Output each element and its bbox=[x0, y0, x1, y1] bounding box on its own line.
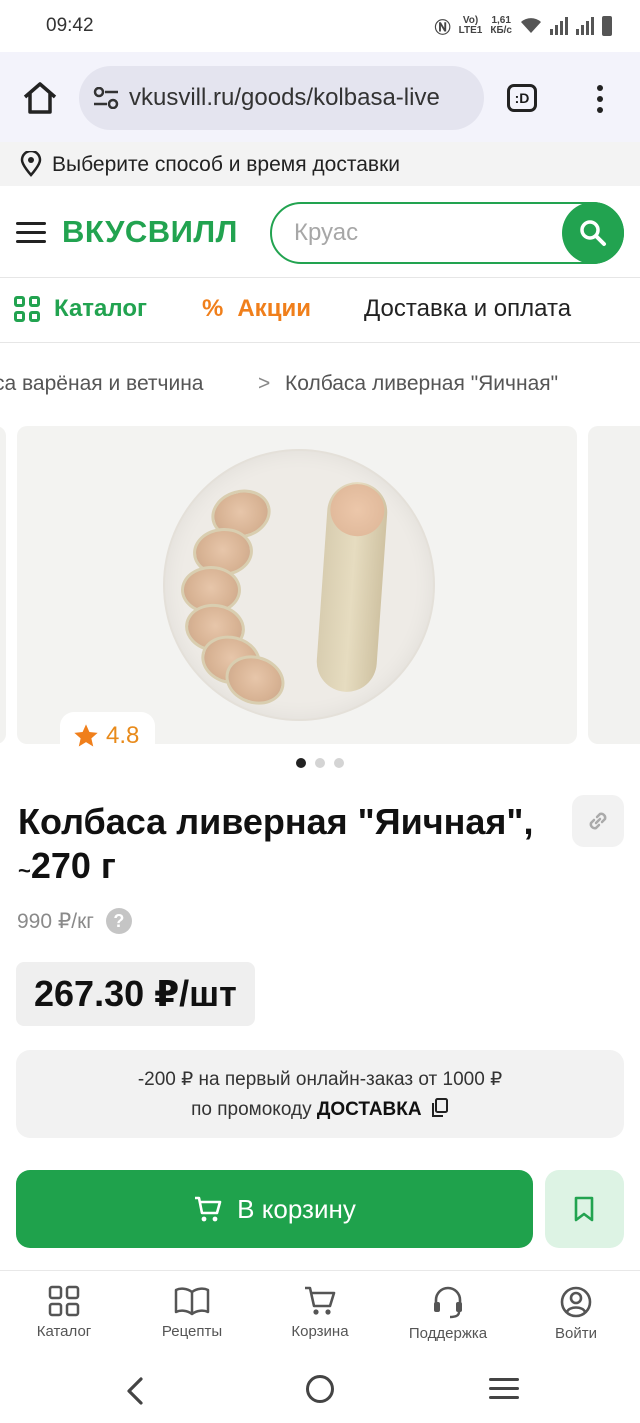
site-logo[interactable]: ВКУСВИЛЛ bbox=[62, 214, 238, 250]
delivery-selector-label: Выберите способ и время доставки bbox=[52, 153, 400, 176]
status-icons: Ⓝ Vo) LTE1 1,61 КБ/с bbox=[435, 14, 612, 38]
delivery-selector[interactable]: Выберите способ и время доставки bbox=[0, 142, 640, 186]
system-navigation-bar bbox=[0, 1354, 640, 1423]
recents-icon[interactable] bbox=[489, 1378, 519, 1405]
tab-recipes-label: Рецепты bbox=[161, 1323, 223, 1340]
product-title: Колбаса ливерная "Яичная", ~270 г bbox=[18, 800, 558, 893]
bookmark-icon bbox=[574, 1196, 594, 1222]
tab-support-label: Поддержка bbox=[408, 1325, 488, 1342]
nav-promo-label: Акции bbox=[237, 295, 311, 322]
share-link-button[interactable] bbox=[572, 795, 624, 847]
tab-login-label: Войти bbox=[555, 1325, 597, 1342]
bookmark-button[interactable] bbox=[545, 1170, 624, 1248]
rating-badge[interactable]: 4.8 bbox=[60, 712, 156, 760]
product-image[interactable] bbox=[17, 426, 577, 744]
gallery-pagination bbox=[296, 758, 344, 768]
battery-icon bbox=[602, 16, 612, 36]
promo-code[interactable]: ДОСТАВКА bbox=[317, 1099, 422, 1120]
grid-icon bbox=[14, 296, 40, 322]
wifi-icon bbox=[521, 18, 541, 33]
main-nav: Каталог % Акции Доставка и оплата bbox=[0, 279, 640, 343]
tabs-button[interactable]: :D bbox=[507, 84, 537, 112]
percent-icon: % bbox=[202, 295, 224, 322]
star-icon bbox=[74, 724, 98, 747]
url-text: vkusvill.ru/goods/kolbasa-live bbox=[129, 84, 440, 111]
tab-catalog[interactable]: Каталог bbox=[0, 1285, 128, 1340]
site-settings-icon[interactable] bbox=[93, 87, 119, 109]
promo-line1: -200 ₽ на первый онлайн-заказ от 1000 ₽ bbox=[137, 1069, 503, 1090]
help-icon[interactable]: ? bbox=[105, 908, 132, 934]
cart-icon bbox=[305, 1286, 336, 1315]
signal-icon-1 bbox=[550, 17, 568, 35]
browser-toolbar: vkusvill.ru/goods/kolbasa-live :D bbox=[0, 52, 640, 142]
pagination-dot[interactable] bbox=[296, 758, 306, 768]
breadcrumb-separator: > bbox=[258, 372, 271, 395]
hamburger-menu-icon[interactable] bbox=[16, 222, 46, 244]
site-header: ВКУСВИЛЛ bbox=[0, 186, 640, 278]
product-title-line1: Колбаса ливерная "Яичная", bbox=[18, 801, 534, 842]
bottom-tab-bar: Каталог Рецепты Корзина Поддержка Войти bbox=[0, 1270, 640, 1354]
tab-support[interactable]: Поддержка bbox=[384, 1285, 512, 1342]
grid-icon bbox=[48, 1285, 80, 1317]
breadcrumb: са варёная и ветчина > Колбаса ливерная … bbox=[0, 360, 640, 404]
search-button[interactable] bbox=[562, 202, 624, 264]
lte-label: LTE1 bbox=[458, 25, 483, 36]
pagination-dot[interactable] bbox=[334, 758, 344, 768]
nav-delivery[interactable]: Доставка и оплата bbox=[364, 295, 571, 323]
back-icon[interactable] bbox=[124, 1376, 146, 1406]
tab-cart[interactable]: Корзина bbox=[256, 1285, 384, 1340]
book-icon bbox=[174, 1287, 210, 1316]
tab-cart-label: Корзина bbox=[291, 1323, 349, 1340]
promo-line2-prefix: по промокоду bbox=[191, 1099, 312, 1120]
rating-value: 4.8 bbox=[106, 722, 140, 749]
product-weight: 270 г bbox=[30, 845, 116, 886]
status-time: 09:42 bbox=[46, 15, 94, 36]
url-bar[interactable]: vkusvill.ru/goods/kolbasa-live bbox=[79, 66, 484, 130]
location-pin-icon bbox=[20, 151, 42, 177]
gallery-next-slide[interactable] bbox=[588, 426, 640, 744]
browser-menu-icon[interactable] bbox=[590, 82, 610, 114]
home-circle-icon[interactable] bbox=[306, 1375, 334, 1403]
unit-price-value: 990 ₽/кг bbox=[17, 909, 94, 933]
add-to-cart-button[interactable]: В корзину bbox=[16, 1170, 533, 1248]
nfc-icon: Ⓝ bbox=[434, 20, 451, 37]
product-title-line2: ~270 г bbox=[18, 844, 558, 893]
link-icon bbox=[589, 812, 607, 830]
signal-icon-2 bbox=[576, 17, 594, 35]
search-box bbox=[270, 202, 624, 264]
speed-unit: КБ/с bbox=[490, 25, 512, 36]
user-icon bbox=[560, 1286, 592, 1318]
pagination-dot[interactable] bbox=[315, 758, 325, 768]
breadcrumb-current: Колбаса ливерная "Яичная" bbox=[285, 372, 559, 395]
cart-icon bbox=[195, 1196, 222, 1222]
search-icon bbox=[580, 220, 606, 246]
approx-prefix: ~ bbox=[18, 858, 31, 883]
tab-catalog-label: Каталог bbox=[36, 1323, 92, 1340]
tab-recipes[interactable]: Рецепты bbox=[128, 1285, 256, 1340]
breadcrumb-parent[interactable]: са варёная и ветчина bbox=[0, 372, 204, 396]
search-input[interactable] bbox=[294, 216, 554, 250]
network-speed: 1,61 КБ/с bbox=[490, 16, 512, 36]
volte-indicator: Vo) LTE1 bbox=[459, 16, 483, 36]
headset-icon bbox=[434, 1286, 462, 1319]
status-bar: 09:42 Ⓝ Vo) LTE1 1,61 КБ/с bbox=[0, 0, 640, 52]
home-icon[interactable] bbox=[20, 78, 60, 118]
nav-delivery-label: Доставка и оплата bbox=[364, 295, 572, 322]
tab-login[interactable]: Войти bbox=[512, 1285, 640, 1342]
nav-catalog-label: Каталог bbox=[54, 295, 147, 322]
promo-line2: по промокоду ДОСТАВКА bbox=[16, 1098, 624, 1121]
promo-banner: -200 ₽ на первый онлайн-заказ от 1000 ₽ … bbox=[16, 1050, 624, 1138]
copy-icon[interactable] bbox=[431, 1098, 449, 1118]
nav-promo[interactable]: % Акции bbox=[202, 295, 311, 323]
add-to-cart-label: В корзину bbox=[237, 1193, 356, 1224]
product-gallery[interactable]: 4.8 bbox=[0, 426, 640, 760]
gallery-prev-slide[interactable] bbox=[0, 426, 6, 744]
nav-catalog[interactable]: Каталог bbox=[14, 295, 147, 323]
product-price: 267.30 ₽/шт bbox=[16, 962, 255, 1026]
unit-price: 990 ₽/кг ? bbox=[17, 908, 132, 934]
